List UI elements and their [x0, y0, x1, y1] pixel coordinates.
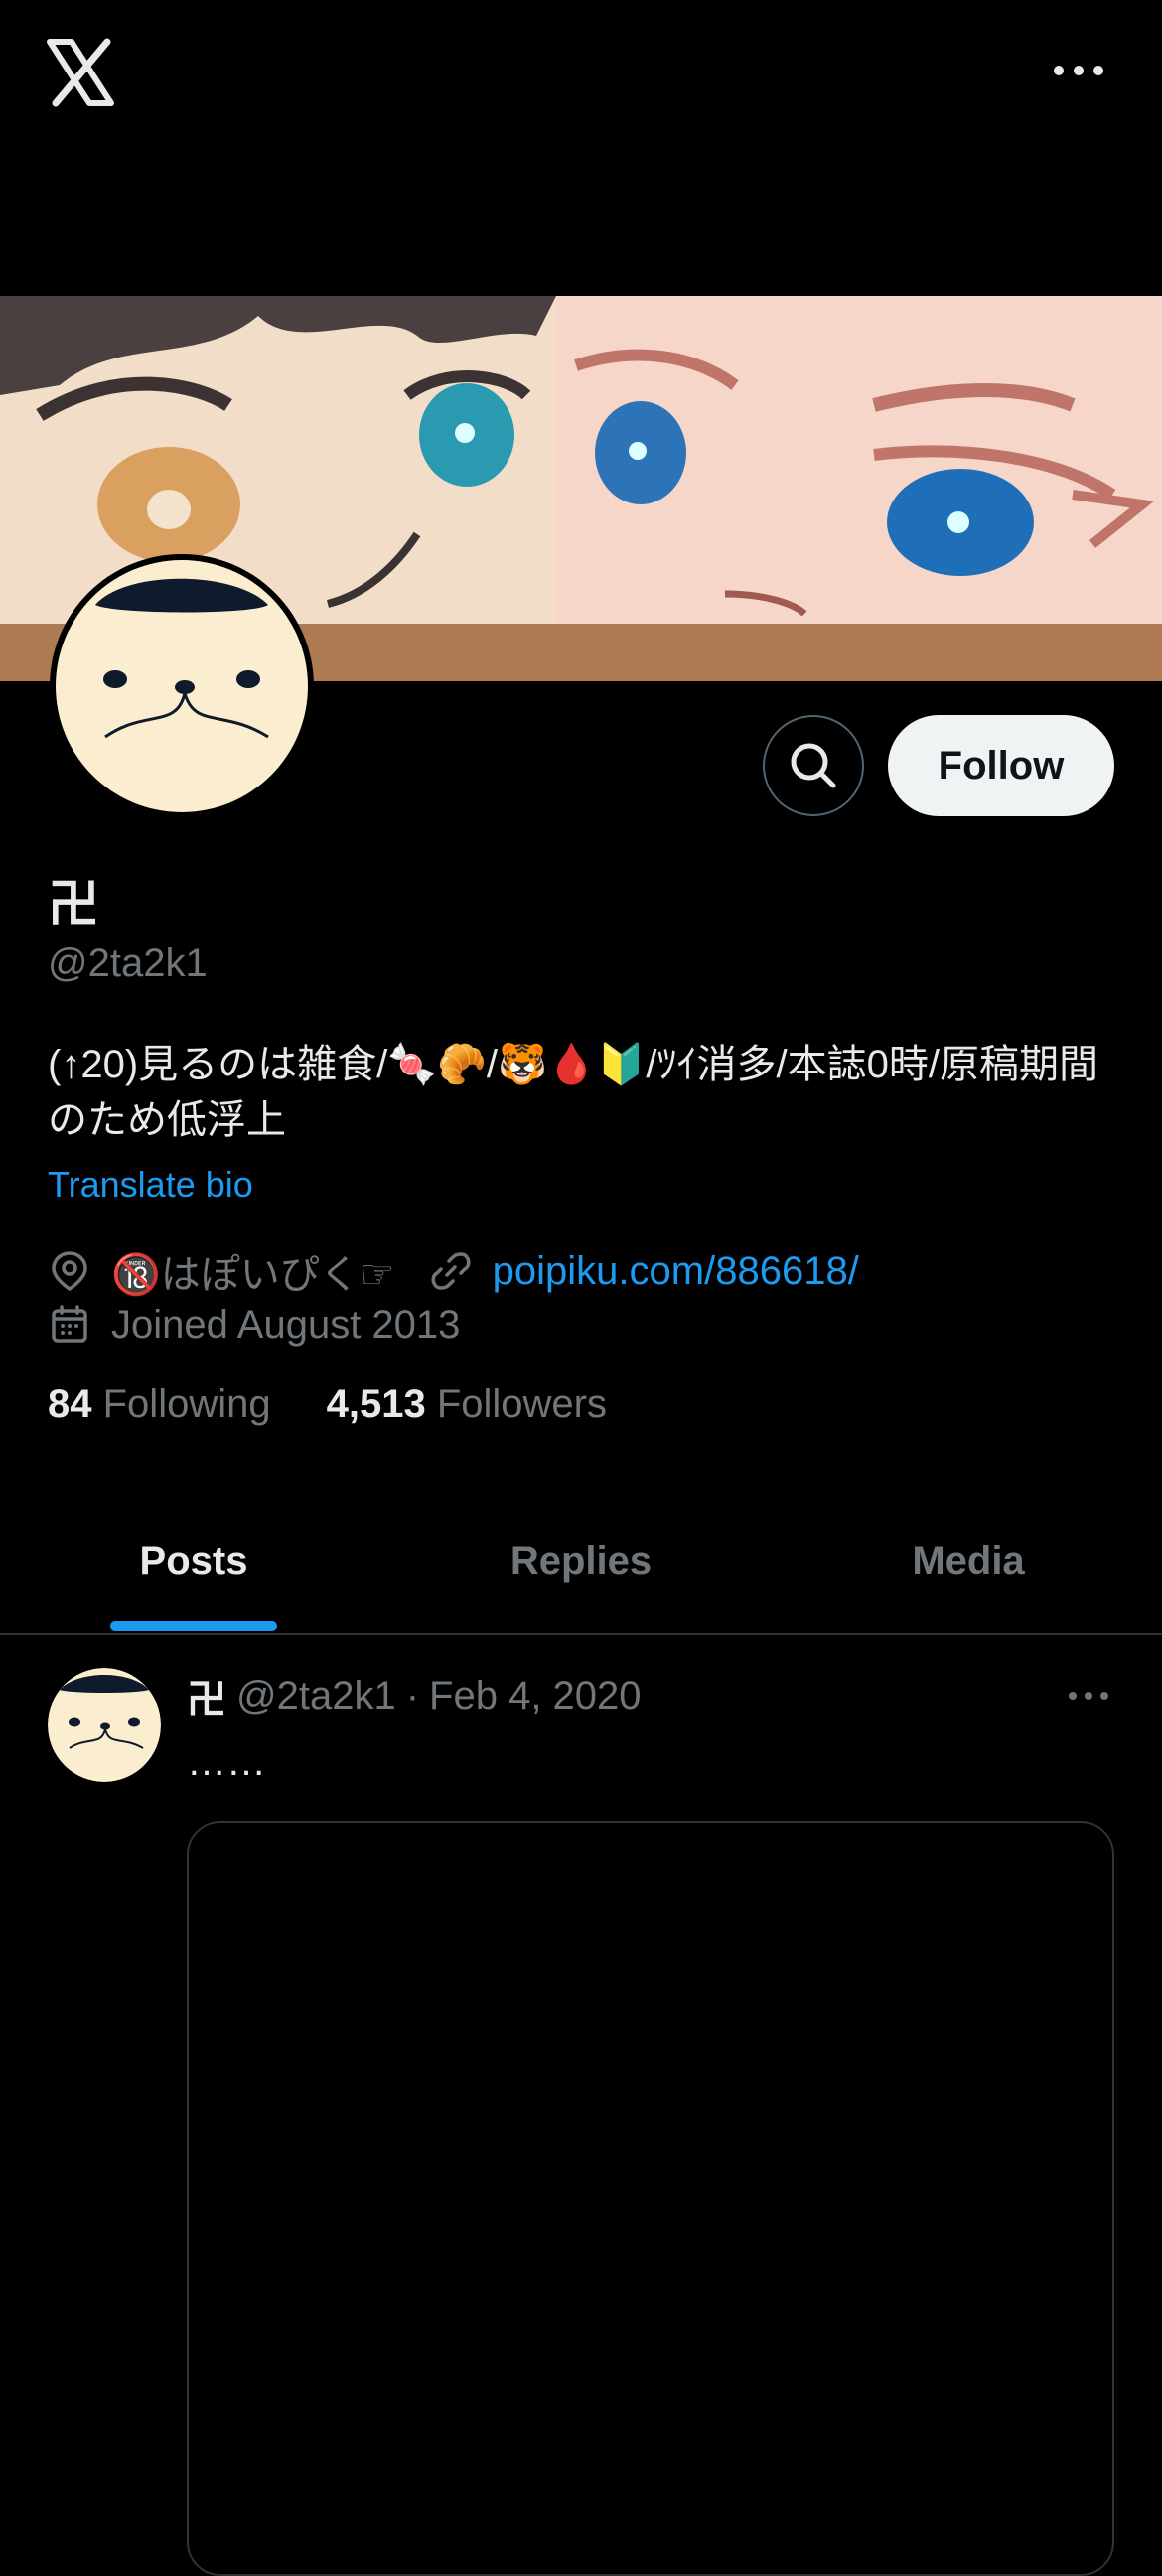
tab-label: Replies: [509, 1538, 653, 1583]
post-author-name[interactable]: 卍: [187, 1667, 226, 1725]
following-stat[interactable]: 84 Following: [48, 1382, 271, 1427]
following-count: 84: [48, 1382, 92, 1426]
profile-location: 🔞はぽいぴく☞: [111, 1253, 395, 1297]
tab-replies[interactable]: Replies: [387, 1490, 775, 1633]
profile-bio: (↑20)見るのは雑食/🍬🥐/🐯🩸🔰/ﾂｲ消多/本誌0時/原稿期間のため低浮上: [48, 1043, 1098, 1142]
display-name: 卍: [48, 876, 100, 933]
profile-joined: Joined August 2013: [111, 1302, 461, 1347]
tab-label: Posts: [139, 1538, 248, 1583]
location-icon: [48, 1249, 91, 1293]
calendar-icon: [48, 1303, 91, 1347]
tab-label: Media: [912, 1538, 1025, 1583]
post-more-icon[interactable]: [1065, 1684, 1112, 1708]
following-label: Following: [102, 1382, 271, 1426]
post-text: ……: [187, 1740, 266, 1784]
post-separator: ·: [405, 1673, 420, 1718]
followers-label: Followers: [436, 1382, 607, 1426]
followers-stat[interactable]: 4,513 Followers: [327, 1382, 607, 1427]
profile-tabs: Posts Replies Media: [0, 1490, 1162, 1633]
profile-meta-row: 🔞はぽいぴく☞ poipiku.com/886618/: [48, 1243, 859, 1299]
link-icon: [429, 1249, 473, 1293]
profile-joined-row: Joined August 2013: [48, 1297, 460, 1353]
active-tab-indicator: [110, 1621, 277, 1631]
post-avatar[interactable]: [48, 1668, 161, 1782]
divider: [0, 1633, 1162, 1635]
follow-button[interactable]: Follow: [888, 715, 1114, 816]
search-icon: [791, 743, 836, 788]
tab-posts[interactable]: Posts: [0, 1490, 387, 1633]
post-media[interactable]: [187, 1821, 1114, 2576]
post-header: 卍 @2ta2k1 · Feb 4, 2020: [187, 1667, 642, 1725]
followers-count: 4,513: [326, 1382, 426, 1426]
search-posts-button[interactable]: [763, 715, 864, 816]
profile-handle: @2ta2k1: [48, 941, 208, 985]
post-author-handle[interactable]: @2ta2k1: [236, 1674, 396, 1719]
translate-bio-link[interactable]: Translate bio: [48, 1164, 253, 1206]
x-logo-icon[interactable]: [44, 36, 117, 109]
profile-stats: 84 Following 4,513 Followers: [48, 1382, 607, 1427]
profile-avatar[interactable]: [50, 554, 314, 818]
profile-website-link[interactable]: poipiku.com/886618/: [493, 1249, 859, 1294]
more-icon[interactable]: [1049, 56, 1108, 85]
post-date[interactable]: Feb 4, 2020: [429, 1674, 642, 1719]
tab-media[interactable]: Media: [775, 1490, 1162, 1633]
